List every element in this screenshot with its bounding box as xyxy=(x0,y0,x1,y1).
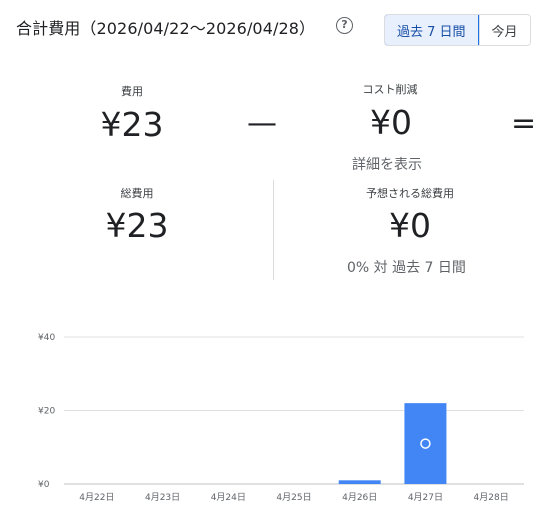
totals-divider xyxy=(273,180,274,280)
savings-label: コスト削減 xyxy=(362,83,418,96)
y-tick-label: ¥20 xyxy=(38,407,55,417)
x-tick-label: 4月27日 xyxy=(408,492,443,503)
minus-operator: — xyxy=(247,106,277,141)
show-details-link[interactable]: 詳細を表示 xyxy=(352,154,422,174)
equals-operator: = xyxy=(511,106,537,141)
daily-cost-chart: ¥0 ¥20 ¥40 4月22日 4月23日 4月24日 4月25日 4月26日 4月27日 4月… xyxy=(38,333,524,503)
y-tick-label: ¥0 xyxy=(38,480,50,490)
range-this-month-button[interactable]: 今月 xyxy=(478,15,530,45)
x-tick-label: 4月22日 xyxy=(79,492,114,503)
help-icon[interactable]: ? xyxy=(336,17,353,34)
cost-label: 費用 xyxy=(121,85,143,98)
x-tick-label: 4月28日 xyxy=(474,492,509,503)
y-tick-label: ¥40 xyxy=(38,333,55,343)
forecast-comparison: 0% 対 過去 7 日間 xyxy=(347,260,466,276)
cost-value: ¥23 xyxy=(100,105,164,144)
total-cost-value: ¥23 xyxy=(105,206,169,245)
x-tick-label: 4月26日 xyxy=(342,492,377,503)
x-tick-label: 4月23日 xyxy=(145,492,180,503)
forecast-label: 予想される総費用 xyxy=(366,187,454,200)
date-range-toggle: 過去 7 日間 今月 xyxy=(384,14,531,46)
savings-value: ¥0 xyxy=(370,103,412,142)
page-title: 合計費用（2026/04/22〜2026/04/28） xyxy=(16,19,316,38)
chart-bar xyxy=(338,480,381,484)
total-cost-label: 総費用 xyxy=(120,187,154,200)
chart-bar xyxy=(404,403,447,484)
x-tick-label: 4月24日 xyxy=(211,492,246,503)
forecast-value: ¥0 xyxy=(389,206,431,245)
x-tick-label: 4月25日 xyxy=(276,492,311,503)
range-last-7-days-button[interactable]: 過去 7 日間 xyxy=(384,15,479,45)
